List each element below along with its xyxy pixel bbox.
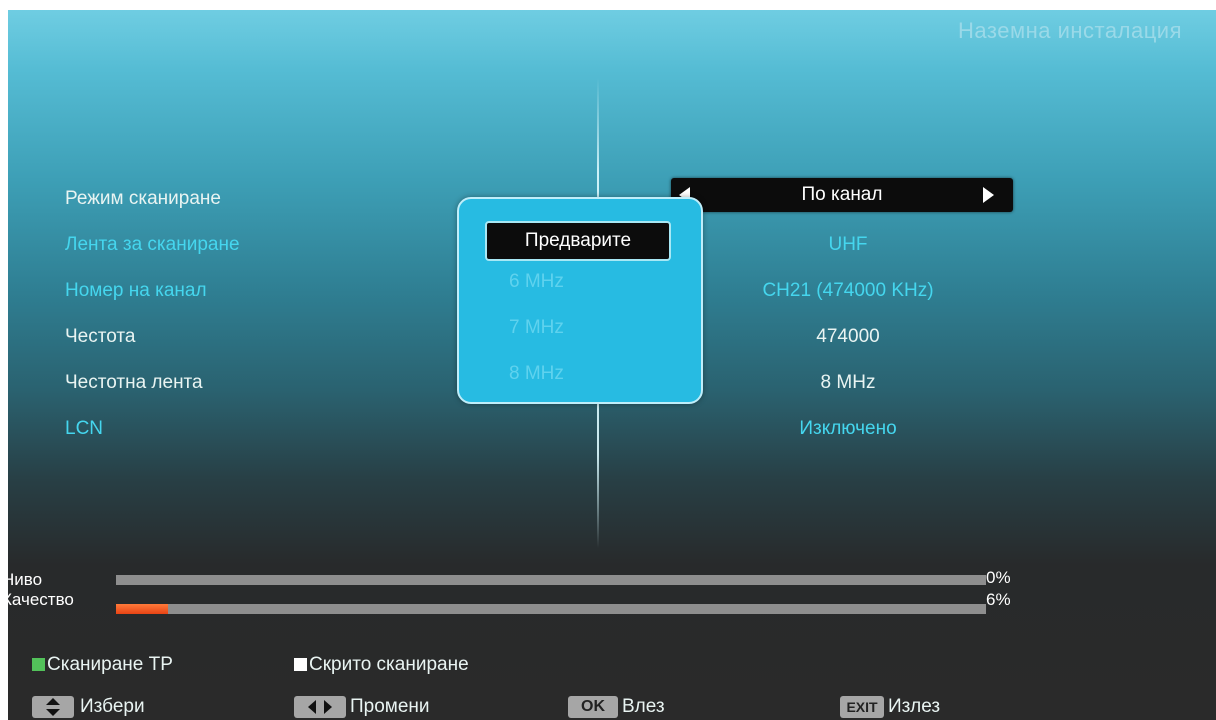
- arrow-right-icon[interactable]: [983, 187, 994, 203]
- bandwidth-popup: Предварите 6 MHz 7 MHz 8 MHz: [457, 197, 703, 404]
- legend-enter[interactable]: OK Влез: [568, 696, 665, 718]
- popup-option-7mhz[interactable]: 7 MHz: [509, 317, 564, 339]
- frequency-value[interactable]: 474000: [658, 326, 1038, 348]
- enter-label: Влез: [622, 696, 665, 718]
- up-down-key-icon: [32, 696, 74, 718]
- label-scan-band[interactable]: Лента за сканиране: [65, 234, 240, 256]
- scan-mode-selector[interactable]: По канал: [671, 178, 1013, 212]
- popup-option-6mhz[interactable]: 6 MHz: [509, 271, 564, 293]
- tv-screen: Наземна инсталация Режим сканиране Лента…: [8, 10, 1216, 720]
- quality-label: Качество: [8, 590, 74, 609]
- level-label: Ниво: [8, 570, 43, 589]
- exit-key: EXIT: [840, 696, 884, 718]
- label-lcn[interactable]: LCN: [65, 418, 103, 440]
- exit-label: Излез: [888, 696, 941, 718]
- scan-mode-value: По канал: [801, 184, 883, 205]
- quality-percent: 6%: [986, 590, 1011, 609]
- change-label: Промени: [350, 696, 430, 718]
- lcn-value[interactable]: Изключено: [658, 418, 1038, 440]
- white-key-icon: [294, 658, 307, 671]
- legend-hidden-scan[interactable]: Скрито сканиране: [294, 654, 469, 676]
- left-right-key-icon: [294, 696, 346, 718]
- green-key-icon: [32, 658, 45, 671]
- label-scan-mode[interactable]: Режим сканиране: [65, 188, 221, 210]
- label-channel-number[interactable]: Номер на канал: [65, 280, 207, 302]
- level-bar: [116, 575, 986, 585]
- select-label: Избери: [80, 696, 145, 718]
- level-percent: 0%: [986, 568, 1011, 587]
- quality-bar: [116, 604, 986, 614]
- label-frequency[interactable]: Честота: [65, 326, 135, 348]
- label-bandwidth[interactable]: Честотна лента: [65, 372, 203, 394]
- quality-bar-fill: [116, 604, 169, 614]
- legend-exit[interactable]: EXIT Излез: [840, 696, 940, 718]
- legend-change[interactable]: Промени: [294, 696, 430, 718]
- ok-key: OK: [568, 696, 618, 718]
- legend-scan-tp[interactable]: Сканиране TP: [32, 654, 173, 676]
- popup-option-selected[interactable]: Предварите: [485, 221, 671, 261]
- scan-tp-label: Сканиране TP: [47, 654, 173, 675]
- popup-option-8mhz[interactable]: 8 MHz: [509, 363, 564, 385]
- page-title: Наземна инсталация: [958, 18, 1182, 43]
- channel-number-value[interactable]: CH21 (474000 KHz): [658, 280, 1038, 302]
- bandwidth-value[interactable]: 8 MHz: [658, 372, 1038, 394]
- legend-select[interactable]: Избери: [32, 696, 145, 718]
- hidden-scan-label: Скрито сканиране: [309, 654, 469, 675]
- scan-band-value[interactable]: UHF: [658, 234, 1038, 256]
